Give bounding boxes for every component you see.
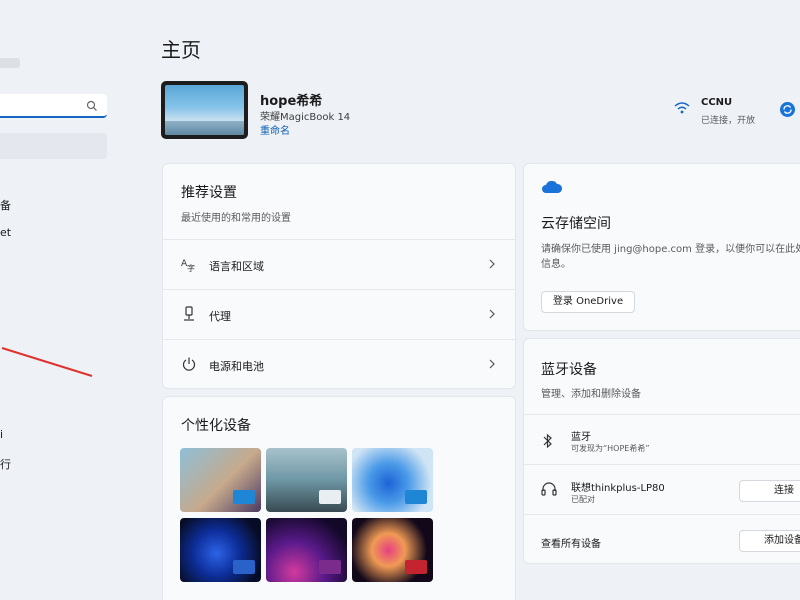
sidebar: 备 et i 行 bbox=[0, 0, 115, 600]
device-name: hope希希 bbox=[260, 94, 323, 109]
sidebar-item-network[interactable]: et bbox=[0, 226, 11, 239]
cloud-description-cont: 信息。 bbox=[541, 259, 571, 270]
bluetooth-label: 蓝牙 bbox=[571, 432, 591, 443]
bluetooth-subtitle: 管理、添加和删除设备 bbox=[541, 389, 641, 400]
network-status: 已连接，开放 bbox=[701, 116, 756, 126]
view-all-devices-link[interactable]: 查看所有设备 bbox=[541, 535, 601, 550]
setting-label: 语言和区域 bbox=[209, 260, 264, 273]
recommended-settings-card: 推荐设置 最近使用的和常用的设置 A 字 语言和区域 代理 电源和电池 bbox=[162, 163, 516, 389]
recommended-subtitle: 最近使用的和常用的设置 bbox=[181, 213, 291, 224]
theme-thumbnail[interactable] bbox=[352, 448, 433, 512]
proxy-icon bbox=[184, 306, 194, 321]
sidebar-item-devices[interactable]: 备 bbox=[0, 197, 11, 213]
rename-link[interactable]: 重命名 bbox=[260, 122, 290, 137]
onedrive-signin-button[interactable]: 登录 OneDrive bbox=[541, 291, 635, 313]
chevron-right-icon bbox=[489, 359, 495, 369]
cloud-icon bbox=[542, 180, 563, 193]
search-icon bbox=[86, 100, 97, 111]
theme-thumbnail[interactable] bbox=[352, 518, 433, 582]
theme-thumbnail[interactable] bbox=[180, 518, 261, 582]
sidebar-item-update[interactable]: 行 bbox=[0, 456, 11, 472]
paired-device-name: 联想thinkplus-LP80 bbox=[571, 483, 665, 494]
sidebar-item-privacy[interactable]: i bbox=[0, 428, 3, 441]
bluetooth-title: 蓝牙设备 bbox=[541, 362, 597, 378]
sidebar-item-home[interactable] bbox=[0, 133, 107, 159]
recommended-title: 推荐设置 bbox=[181, 185, 237, 201]
theme-thumbnail[interactable] bbox=[266, 518, 347, 582]
theme-thumbnail[interactable] bbox=[266, 448, 347, 512]
annotation-arrow bbox=[1, 347, 93, 377]
view-all-devices-row: 查看所有设备 添加设备 bbox=[524, 514, 800, 563]
setting-label: 代理 bbox=[209, 310, 231, 323]
wifi-icon bbox=[674, 102, 690, 114]
page-title: 主页 bbox=[161, 38, 201, 62]
paired-device-status: 已配对 bbox=[571, 495, 595, 504]
bluetooth-toggle-row[interactable]: 蓝牙 可发现为“HOPE希希” bbox=[524, 414, 800, 464]
network-name: CCNU bbox=[701, 97, 733, 108]
bluetooth-status: 可发现为“HOPE希希” bbox=[571, 444, 650, 453]
device-model: 荣耀MagicBook 14 bbox=[260, 112, 351, 123]
language-icon: A 字 bbox=[181, 259, 195, 272]
setting-row-language[interactable]: A 字 语言和区域 bbox=[163, 239, 515, 289]
svg-text:字: 字 bbox=[187, 263, 195, 272]
theme-thumbnail[interactable] bbox=[180, 448, 261, 512]
personalize-card: 个性化设备 bbox=[162, 396, 516, 600]
chevron-right-icon bbox=[489, 309, 495, 319]
personalize-title: 个性化设备 bbox=[181, 418, 251, 434]
sidebar-user-placeholder bbox=[0, 58, 20, 68]
power-icon bbox=[182, 357, 196, 371]
setting-label: 电源和电池 bbox=[209, 360, 264, 373]
setting-row-proxy[interactable]: 代理 bbox=[163, 289, 515, 339]
cloud-description: 请确保你已使用 jing@hope.com 登录，以便你可以在此处 bbox=[541, 244, 800, 255]
add-device-button[interactable]: 添加设备 bbox=[739, 530, 800, 552]
bluetooth-icon bbox=[543, 433, 552, 449]
headphones-icon bbox=[541, 482, 557, 496]
device-thumbnail bbox=[161, 81, 248, 139]
windows-update-icon[interactable] bbox=[780, 102, 795, 117]
connect-button[interactable]: 连接 bbox=[739, 480, 800, 502]
cloud-storage-card: 云存储空间 请确保你已使用 jing@hope.com 登录，以便你可以在此处 … bbox=[523, 163, 800, 331]
setting-row-power[interactable]: 电源和电池 bbox=[163, 339, 515, 388]
cloud-title: 云存储空间 bbox=[541, 216, 611, 232]
bluetooth-card: 蓝牙设备 管理、添加和删除设备 蓝牙 可发现为“HOPE希希” 联想thinkp… bbox=[523, 338, 800, 564]
chevron-right-icon bbox=[489, 259, 495, 269]
paired-device-row[interactable]: 联想thinkplus-LP80 已配对 连接 bbox=[524, 464, 800, 514]
search-input[interactable] bbox=[0, 94, 107, 118]
